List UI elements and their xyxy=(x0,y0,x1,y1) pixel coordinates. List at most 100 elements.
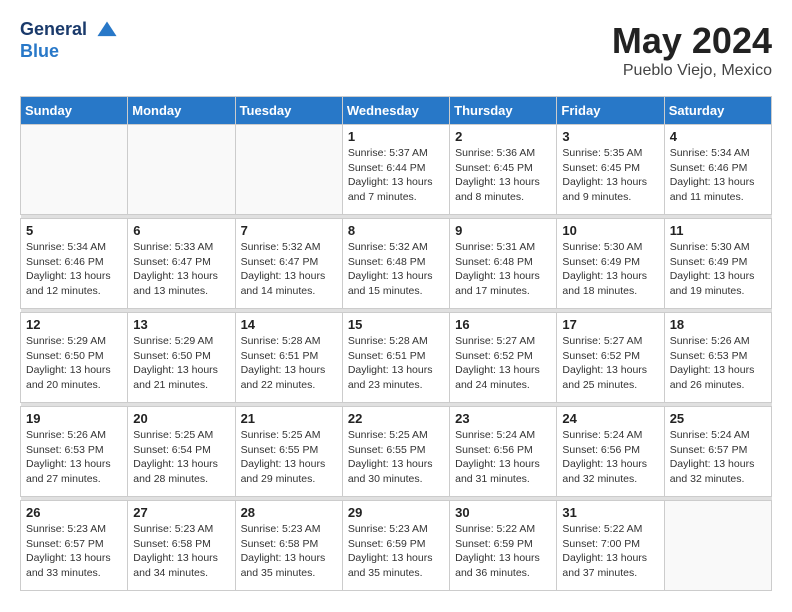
day-number: 13 xyxy=(133,317,229,332)
logo: General Blue xyxy=(20,20,118,62)
day-number: 15 xyxy=(348,317,444,332)
day-info: Sunrise: 5:29 AM Sunset: 6:50 PM Dayligh… xyxy=(133,334,229,393)
calendar-cell: 1 Sunrise: 5:37 AM Sunset: 6:44 PM Daylig… xyxy=(342,125,449,215)
day-number: 24 xyxy=(562,411,658,426)
day-number: 2 xyxy=(455,129,551,144)
day-info: Sunrise: 5:34 AM Sunset: 6:46 PM Dayligh… xyxy=(26,240,122,299)
day-number: 5 xyxy=(26,223,122,238)
calendar-cell: 18 Sunrise: 5:26 AM Sunset: 6:53 PM Dayli… xyxy=(664,313,771,403)
day-info: Sunrise: 5:28 AM Sunset: 6:51 PM Dayligh… xyxy=(348,334,444,393)
logo-text: General Blue xyxy=(20,20,118,62)
calendar-cell: 22 Sunrise: 5:25 AM Sunset: 6:55 PM Dayli… xyxy=(342,407,449,497)
logo-general: General xyxy=(20,20,118,42)
day-info: Sunrise: 5:26 AM Sunset: 6:53 PM Dayligh… xyxy=(26,428,122,487)
calendar-cell xyxy=(21,125,128,215)
title-block: May 2024 Pueblo Viejo, Mexico xyxy=(612,20,772,80)
calendar-week-3: 12Sunrise: 5:29 AM Sunset: 6:50 PM Dayli… xyxy=(21,313,772,403)
day-number: 31 xyxy=(562,505,658,520)
day-number: 16 xyxy=(455,317,551,332)
day-info: Sunrise: 5:29 AM Sunset: 6:50 PM Dayligh… xyxy=(26,334,122,393)
day-info: Sunrise: 5:30 AM Sunset: 6:49 PM Dayligh… xyxy=(670,240,766,299)
day-info: Sunrise: 5:26 AM Sunset: 6:53 PM Dayligh… xyxy=(670,334,766,393)
day-info: Sunrise: 5:37 AM Sunset: 6:44 PM Dayligh… xyxy=(348,146,444,205)
day-info: Sunrise: 5:25 AM Sunset: 6:54 PM Dayligh… xyxy=(133,428,229,487)
day-info: Sunrise: 5:33 AM Sunset: 6:47 PM Dayligh… xyxy=(133,240,229,299)
day-number: 30 xyxy=(455,505,551,520)
day-number: 14 xyxy=(241,317,337,332)
calendar-week-5: 26 Sunrise: 5:23 AM Sunset: 6:57 PM Dayli… xyxy=(21,501,772,591)
day-number: 1 xyxy=(348,129,444,144)
day-number: 29 xyxy=(348,505,444,520)
calendar-cell: 29 Sunrise: 5:23 AM Sunset: 6:59 PM Dayli… xyxy=(342,501,449,591)
calendar-cell: 2 Sunrise: 5:36 AM Sunset: 6:45 PM Daylig… xyxy=(450,125,557,215)
day-info: Sunrise: 5:24 AM Sunset: 6:56 PM Dayligh… xyxy=(562,428,658,487)
day-number: 23 xyxy=(455,411,551,426)
calendar-cell xyxy=(235,125,342,215)
day-number: 20 xyxy=(133,411,229,426)
day-info: Sunrise: 5:28 AM Sunset: 6:51 PM Dayligh… xyxy=(241,334,337,393)
calendar-cell xyxy=(128,125,235,215)
day-number: 18 xyxy=(670,317,766,332)
calendar-cell: 10 Sunrise: 5:30 AM Sunset: 6:49 PM Dayli… xyxy=(557,219,664,309)
day-info: Sunrise: 5:35 AM Sunset: 6:45 PM Dayligh… xyxy=(562,146,658,205)
day-info: Sunrise: 5:36 AM Sunset: 6:45 PM Dayligh… xyxy=(455,146,551,205)
day-info: Sunrise: 5:32 AM Sunset: 6:48 PM Dayligh… xyxy=(348,240,444,299)
day-number: 28 xyxy=(241,505,337,520)
day-info: Sunrise: 5:22 AM Sunset: 7:00 PM Dayligh… xyxy=(562,522,658,581)
day-number: 26 xyxy=(26,505,122,520)
calendar-cell: 5 Sunrise: 5:34 AM Sunset: 6:46 PM Daylig… xyxy=(21,219,128,309)
calendar-table: SundayMondayTuesdayWednesdayThursdayFrid… xyxy=(20,96,772,591)
calendar-cell: 8 Sunrise: 5:32 AM Sunset: 6:48 PM Daylig… xyxy=(342,219,449,309)
day-info: Sunrise: 5:30 AM Sunset: 6:49 PM Dayligh… xyxy=(562,240,658,299)
calendar-cell: 20 Sunrise: 5:25 AM Sunset: 6:54 PM Dayli… xyxy=(128,407,235,497)
calendar-cell: 12Sunrise: 5:29 AM Sunset: 6:50 PM Dayli… xyxy=(21,313,128,403)
calendar-cell: 26 Sunrise: 5:23 AM Sunset: 6:57 PM Dayli… xyxy=(21,501,128,591)
weekday-header-friday: Friday xyxy=(557,97,664,125)
calendar-week-1: 1 Sunrise: 5:37 AM Sunset: 6:44 PM Daylig… xyxy=(21,125,772,215)
day-number: 25 xyxy=(670,411,766,426)
day-number: 7 xyxy=(241,223,337,238)
day-number: 22 xyxy=(348,411,444,426)
day-info: Sunrise: 5:24 AM Sunset: 6:56 PM Dayligh… xyxy=(455,428,551,487)
day-info: Sunrise: 5:22 AM Sunset: 6:59 PM Dayligh… xyxy=(455,522,551,581)
weekday-header-thursday: Thursday xyxy=(450,97,557,125)
month-title: May 2024 xyxy=(612,20,772,62)
calendar-cell: 24 Sunrise: 5:24 AM Sunset: 6:56 PM Dayli… xyxy=(557,407,664,497)
day-info: Sunrise: 5:23 AM Sunset: 6:57 PM Dayligh… xyxy=(26,522,122,581)
day-info: Sunrise: 5:23 AM Sunset: 6:58 PM Dayligh… xyxy=(241,522,337,581)
weekday-header-row: SundayMondayTuesdayWednesdayThursdayFrid… xyxy=(21,97,772,125)
day-info: Sunrise: 5:31 AM Sunset: 6:48 PM Dayligh… xyxy=(455,240,551,299)
calendar-cell: 14 Sunrise: 5:28 AM Sunset: 6:51 PM Dayli… xyxy=(235,313,342,403)
day-number: 9 xyxy=(455,223,551,238)
page-header: General Blue May 2024 Pueblo Viejo, Mexi… xyxy=(20,20,772,80)
calendar-cell: 23 Sunrise: 5:24 AM Sunset: 6:56 PM Dayli… xyxy=(450,407,557,497)
calendar-cell: 15 Sunrise: 5:28 AM Sunset: 6:51 PM Dayli… xyxy=(342,313,449,403)
weekday-header-wednesday: Wednesday xyxy=(342,97,449,125)
day-number: 8 xyxy=(348,223,444,238)
day-number: 3 xyxy=(562,129,658,144)
calendar-cell: 3 Sunrise: 5:35 AM Sunset: 6:45 PM Daylig… xyxy=(557,125,664,215)
day-number: 4 xyxy=(670,129,766,144)
day-info: Sunrise: 5:23 AM Sunset: 6:59 PM Dayligh… xyxy=(348,522,444,581)
day-info: Sunrise: 5:25 AM Sunset: 6:55 PM Dayligh… xyxy=(241,428,337,487)
day-info: Sunrise: 5:32 AM Sunset: 6:47 PM Dayligh… xyxy=(241,240,337,299)
calendar-cell: 16Sunrise: 5:27 AM Sunset: 6:52 PM Dayli… xyxy=(450,313,557,403)
calendar-cell: 19Sunrise: 5:26 AM Sunset: 6:53 PM Dayli… xyxy=(21,407,128,497)
location: Pueblo Viejo, Mexico xyxy=(612,62,772,80)
calendar-cell: 27 Sunrise: 5:23 AM Sunset: 6:58 PM Dayli… xyxy=(128,501,235,591)
calendar-cell: 4 Sunrise: 5:34 AM Sunset: 6:46 PM Daylig… xyxy=(664,125,771,215)
day-info: Sunrise: 5:23 AM Sunset: 6:58 PM Dayligh… xyxy=(133,522,229,581)
calendar-cell: 28 Sunrise: 5:23 AM Sunset: 6:58 PM Dayli… xyxy=(235,501,342,591)
day-number: 10 xyxy=(562,223,658,238)
day-info: Sunrise: 5:25 AM Sunset: 6:55 PM Dayligh… xyxy=(348,428,444,487)
calendar-week-4: 19Sunrise: 5:26 AM Sunset: 6:53 PM Dayli… xyxy=(21,407,772,497)
calendar-cell: 6 Sunrise: 5:33 AM Sunset: 6:47 PM Daylig… xyxy=(128,219,235,309)
day-number: 27 xyxy=(133,505,229,520)
calendar-cell: 21Sunrise: 5:25 AM Sunset: 6:55 PM Dayli… xyxy=(235,407,342,497)
logo-blue: Blue xyxy=(20,42,118,62)
day-number: 6 xyxy=(133,223,229,238)
calendar-cell: 11Sunrise: 5:30 AM Sunset: 6:49 PM Dayli… xyxy=(664,219,771,309)
day-info: Sunrise: 5:34 AM Sunset: 6:46 PM Dayligh… xyxy=(670,146,766,205)
calendar-week-2: 5 Sunrise: 5:34 AM Sunset: 6:46 PM Daylig… xyxy=(21,219,772,309)
calendar-cell: 31 Sunrise: 5:22 AM Sunset: 7:00 PM Dayli… xyxy=(557,501,664,591)
